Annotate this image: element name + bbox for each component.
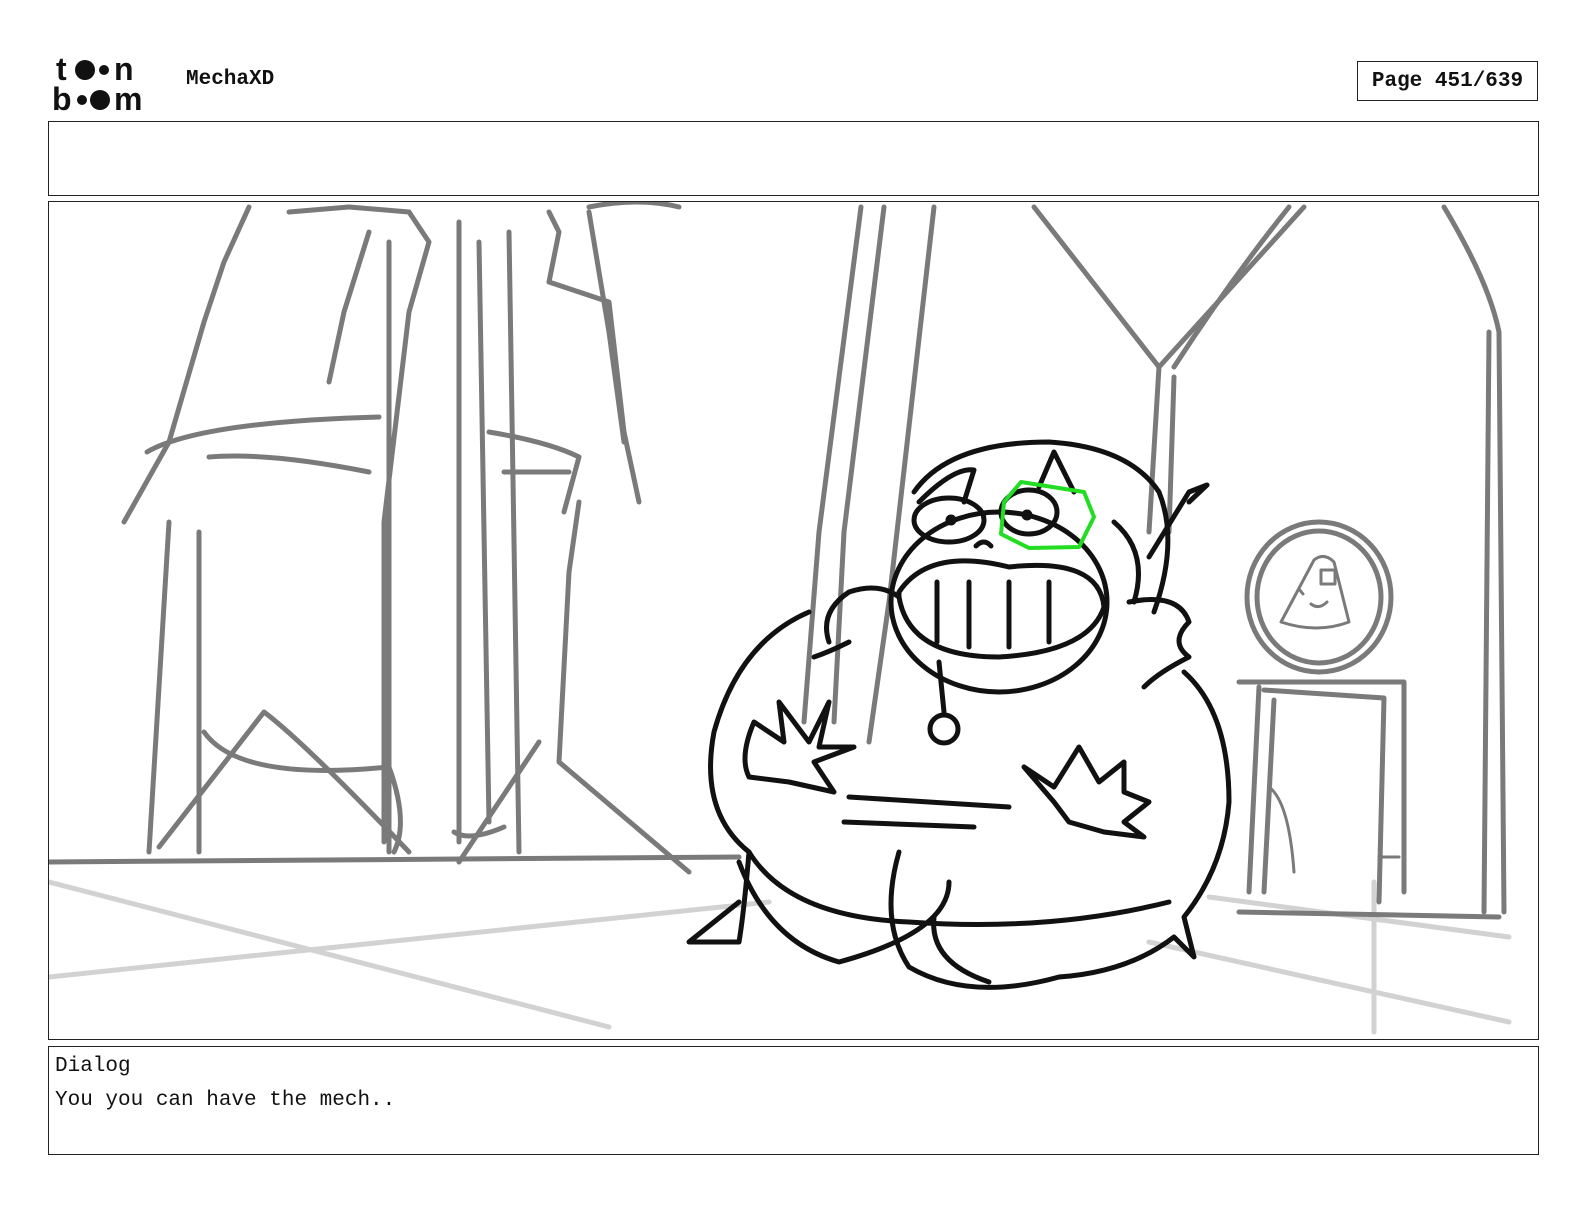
dialog-label: Dialog (55, 1055, 131, 1078)
svg-text:m: m (114, 81, 142, 114)
floor-lines (49, 879, 1512, 1035)
project-title: MechaXD (186, 68, 275, 91)
dialog-text: You you can have the mech.. (55, 1089, 396, 1112)
page-number: Page 451/639 (1357, 61, 1538, 101)
dialog-box: Dialog You you can have the mech.. (48, 1046, 1539, 1155)
svg-text:b: b (52, 81, 72, 114)
notes-box (48, 121, 1539, 196)
storyboard-panel (48, 201, 1539, 1040)
panel-sketch (49, 202, 1512, 1035)
background-sketch (49, 202, 1507, 920)
toon-boom-logo: t n b m (52, 52, 142, 114)
